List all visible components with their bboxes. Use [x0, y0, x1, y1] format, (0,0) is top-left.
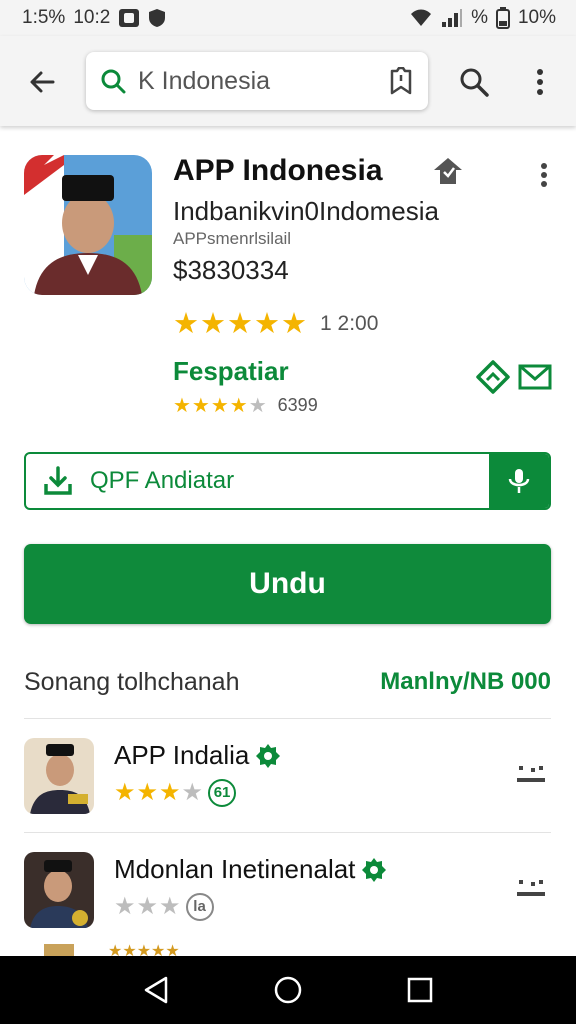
app-rating: ★★★★★ 1 2:00	[173, 306, 378, 341]
battery-text: %	[471, 7, 488, 28]
status-clock: 10:2	[73, 7, 111, 28]
verified-badge-icon	[362, 857, 387, 882]
back-button[interactable]	[22, 62, 62, 102]
list-item-title: Mdonlan Inetinenalat	[114, 854, 387, 885]
star-rating: ★★★★	[114, 779, 205, 806]
more-vert-icon	[541, 163, 547, 187]
status-left: 1:5% 10:2	[22, 7, 166, 29]
list-item[interactable]: APP Indalia ★★★★ 61	[24, 738, 551, 818]
search-button[interactable]	[454, 62, 494, 102]
category-rating: ★★★★★ 6399	[173, 393, 318, 418]
top-app-bar: K Indonesia	[0, 36, 576, 126]
list-item-menu-icon[interactable]	[515, 760, 547, 788]
divider	[24, 832, 551, 833]
status-bar: 1:5% 10:2 % 10%	[0, 0, 576, 36]
magnifier-icon	[460, 68, 489, 97]
battery-icon	[495, 7, 510, 29]
overflow-menu-button[interactable]	[522, 62, 558, 102]
next-list-item-peek: ★★★★★	[44, 942, 344, 956]
square-recents-icon	[407, 977, 433, 1003]
app-developer[interactable]: APPsmenrlsilail	[173, 229, 291, 249]
bookmark-icon[interactable]	[386, 66, 416, 96]
screenshot-icon	[118, 8, 140, 28]
category-rating-count: 6399	[277, 395, 318, 415]
status-time: 1:5%	[22, 7, 66, 28]
more-vert-icon	[537, 69, 543, 95]
list-item-thumbnail	[24, 852, 94, 928]
search-field[interactable]: K Indonesia	[86, 52, 428, 110]
search-icon	[98, 66, 128, 96]
triangle-back-icon	[144, 976, 168, 1004]
battery-level: 10%	[517, 7, 556, 28]
nav-recents-button[interactable]	[400, 970, 440, 1010]
share-icon[interactable]	[476, 360, 510, 394]
mail-icon[interactable]	[518, 362, 552, 392]
svg-text:★★★★★: ★★★★★	[108, 942, 180, 956]
download-option-button[interactable]: QPF Andiatar	[24, 452, 551, 510]
mic-icon[interactable]	[489, 454, 549, 508]
search-query[interactable]: K Indonesia	[138, 67, 386, 96]
star-rating: ★★★★★	[173, 395, 268, 417]
nav-back-button[interactable]	[136, 970, 176, 1010]
download-option-label: QPF Andiatar	[90, 467, 235, 494]
star-rating: ★★★★★	[173, 308, 308, 340]
shield-icon	[148, 8, 166, 28]
arrow-back-icon	[30, 71, 55, 93]
wifi-icon	[409, 8, 433, 28]
list-item-title-text: APP Indalia	[114, 740, 250, 770]
verified-badge-icon	[432, 156, 464, 188]
list-item-title: APP Indalia	[114, 740, 281, 771]
circle-home-icon	[274, 976, 302, 1004]
status-right: % 10%	[409, 7, 556, 29]
app-price: $3830334	[173, 255, 289, 285]
download-icon	[26, 454, 90, 508]
divider	[24, 718, 551, 719]
install-button[interactable]: Undu	[24, 544, 551, 624]
section-more-link[interactable]: Manlny/NB 000	[380, 668, 551, 696]
list-item[interactable]: Mdonlan Inetinenalat ★★★ la	[24, 852, 551, 932]
app-icon[interactable]	[24, 155, 152, 295]
app-title: APP Indonesia	[173, 154, 383, 187]
list-item-title-text: Mdonlan Inetinenalat	[114, 854, 356, 884]
list-item-badge: 61	[208, 778, 237, 807]
list-item-rating: ★★★ la	[114, 892, 214, 921]
list-item-thumbnail	[24, 738, 94, 814]
related-section-header: Sonang tolhchanah Manlny/NB 000	[24, 664, 551, 700]
app-subtitle: Indbanikvin0Indomesia	[173, 196, 439, 226]
verified-badge-icon	[256, 743, 281, 768]
list-item-badge: la	[185, 892, 214, 921]
rating-count: 1 2:00	[320, 311, 379, 335]
signal-icon	[441, 8, 463, 28]
nav-home-button[interactable]	[268, 970, 308, 1010]
section-title: Sonang tolhchanah	[24, 667, 240, 696]
star-rating: ★★★	[114, 893, 182, 920]
list-item-rating: ★★★★ 61	[114, 778, 237, 807]
system-nav-bar	[0, 956, 576, 1024]
app-overflow-button[interactable]	[530, 160, 558, 190]
category-label[interactable]: Fespatiar	[173, 356, 289, 387]
list-item-menu-icon[interactable]	[515, 874, 547, 902]
